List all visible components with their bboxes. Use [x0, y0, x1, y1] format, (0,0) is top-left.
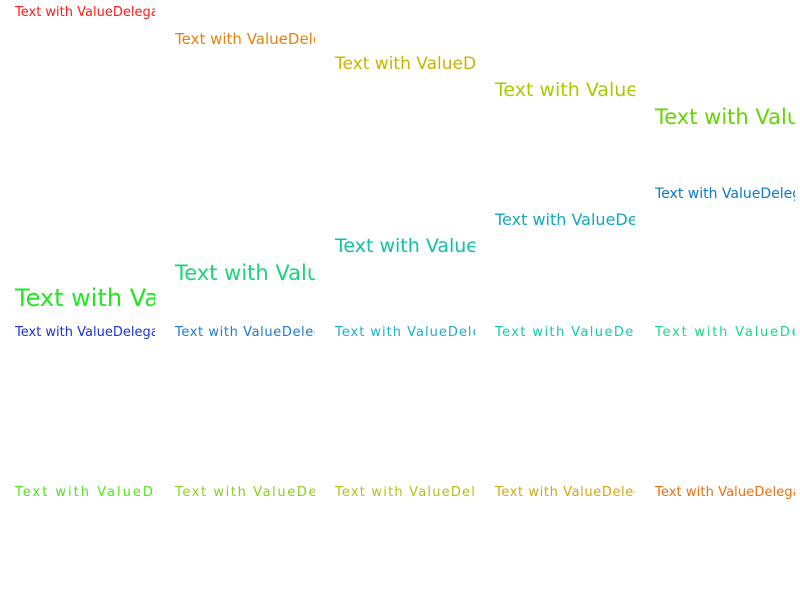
text-item-8: Text with ValueDelegate: [335, 236, 475, 257]
text-item-5: Text with ValueDelegate: [655, 105, 795, 129]
text-item-11: Text with ValueDelegate: [15, 326, 155, 340]
text-item-10: Text with ValueDelegate: [15, 285, 155, 312]
text-item-18: Text with ValueDelegate: [335, 486, 475, 500]
text-item-2: Text with ValueDelegate: [175, 31, 315, 48]
text-item-3: Text with ValueDelegate: [335, 55, 475, 74]
text-item-7: Text with ValueDelegate: [495, 211, 635, 229]
text-item-13: Text with ValueDelegate: [335, 326, 475, 340]
text-item-15: Text with ValueDelegate: [655, 326, 795, 340]
text-item-19: Text with ValueDelegate: [495, 486, 635, 500]
text-item-20: Text with ValueDelegate: [655, 486, 795, 500]
text-item-16: Text with ValueDelegate: [15, 486, 155, 500]
text-item-9: Text with ValueDelegate: [175, 261, 315, 285]
text-item-4: Text with ValueDelegate: [495, 80, 635, 101]
text-item-1: Text with ValueDelegate: [15, 6, 155, 20]
text-item-14: Text with ValueDelegate: [495, 326, 635, 340]
text-item-17: Text with ValueDelegate: [175, 486, 315, 500]
text-item-6: Text with ValueDelegate: [655, 186, 795, 202]
text-item-12: Text with ValueDelegate: [175, 326, 315, 340]
